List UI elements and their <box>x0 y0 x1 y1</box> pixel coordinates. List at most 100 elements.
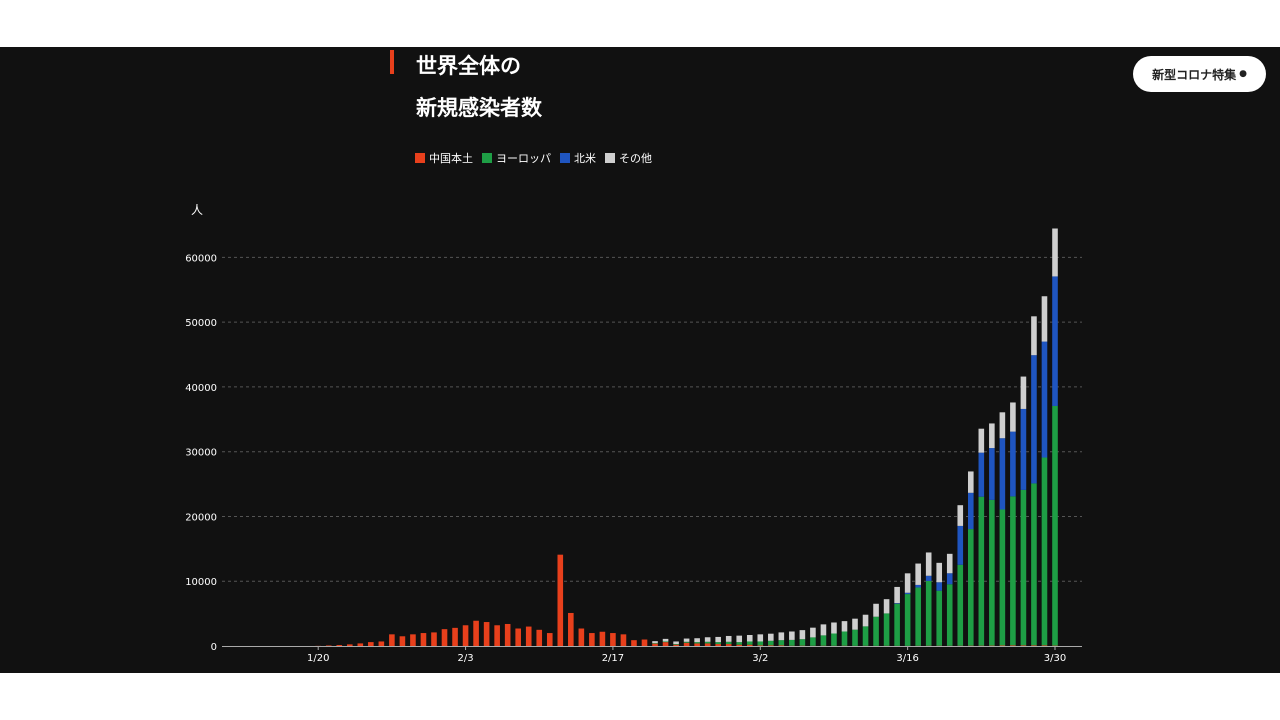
y-tick-label: 40000 <box>185 383 217 394</box>
bar-segment-series-0 <box>336 645 343 646</box>
bar-segment-series-3 <box>1010 402 1016 432</box>
bar-segment-series-0 <box>1020 645 1027 646</box>
bar-segment-series-1 <box>736 642 743 645</box>
bar-segment-series-1 <box>1020 489 1027 646</box>
bar-segment-series-0 <box>473 620 479 646</box>
bar-segment-series-1 <box>662 641 669 643</box>
bar-segment-series-0 <box>757 645 764 646</box>
bar-segment-series-0 <box>368 642 374 646</box>
bar-segment-series-1 <box>873 616 879 646</box>
y-tick-label: 20000 <box>185 512 217 523</box>
bar-segment-series-0 <box>504 623 511 646</box>
bar-segment-series-3 <box>957 505 964 526</box>
bar-segment-series-0 <box>536 629 543 646</box>
y-tick-label: 0 <box>211 642 217 653</box>
bar-segment-series-3 <box>810 627 816 638</box>
bar-segment-series-2 <box>925 575 932 581</box>
x-tick-label: 3/30 <box>1044 653 1066 664</box>
bar-segment-series-3 <box>757 634 764 642</box>
bar-segment-series-1 <box>936 590 943 646</box>
bar-segment-series-0 <box>1041 645 1048 646</box>
bar-segment-series-3 <box>978 428 985 453</box>
bar-segment-series-3 <box>736 635 743 643</box>
bar-segment-series-0 <box>525 626 532 646</box>
bar-segment-series-3 <box>967 471 974 493</box>
bar-segment-series-0 <box>325 645 332 647</box>
bar-segment-series-0 <box>673 644 679 646</box>
bar-segment-series-2 <box>957 525 964 565</box>
bar-segment-series-3 <box>831 622 837 634</box>
bar-segment-series-0 <box>652 643 658 646</box>
bar-segment-series-0 <box>725 644 732 646</box>
bar-segment-series-1 <box>1052 405 1058 646</box>
y-tick-label: 50000 <box>185 318 217 329</box>
bar-segment-series-3 <box>683 638 690 642</box>
x-tick-label: 3/16 <box>896 653 918 664</box>
bar-segment-series-0 <box>631 640 637 646</box>
bar-segment-series-3 <box>883 599 890 614</box>
bar-segment-series-1 <box>704 641 711 644</box>
bar-segment-series-0 <box>462 625 469 646</box>
bar-segment-series-3 <box>989 423 995 449</box>
bar-segment-series-0 <box>704 643 711 646</box>
bar-segment-series-0 <box>694 643 700 646</box>
bar-segment-series-0 <box>620 634 627 646</box>
bar-segment-series-3 <box>1020 376 1027 409</box>
bar-segment-series-0 <box>610 633 616 646</box>
bar-segment-series-3 <box>789 631 795 640</box>
bar-segment-series-2 <box>1010 431 1016 497</box>
bar-segment-series-2 <box>999 438 1006 510</box>
corona-special-button[interactable]: 新型コロナ特集 ● <box>1133 56 1266 92</box>
bar-segment-series-3 <box>725 635 732 642</box>
bar-segment-series-0 <box>715 644 721 646</box>
bar-segment-series-1 <box>1010 496 1016 646</box>
bar-segment-series-2 <box>915 584 921 588</box>
bar-segment-series-2 <box>1052 276 1058 406</box>
bar-segment-series-1 <box>799 639 806 646</box>
bar-segment-series-1 <box>957 564 964 646</box>
bar-segment-series-0 <box>778 645 785 646</box>
bar-segment-series-3 <box>673 641 679 645</box>
stacked-bar-chart: 0 10000 20000 30000 40000 50000 60000 1/20 2/3 2/… <box>185 228 1082 664</box>
bar-segment-series-1 <box>989 499 995 646</box>
bar-segment-series-3 <box>925 552 932 576</box>
bar-segment-series-1 <box>915 587 921 646</box>
bar-segment-series-1 <box>820 635 827 646</box>
bar-segment-series-0 <box>662 642 669 646</box>
bar-segment-series-2 <box>989 448 995 500</box>
bar-segment-series-0 <box>452 627 458 646</box>
bar-segment-series-3 <box>1041 296 1048 342</box>
x-tick-label: 1/20 <box>307 653 329 664</box>
x-tick-label: 3/2 <box>752 653 768 664</box>
bar-segment-series-2 <box>1031 355 1037 484</box>
bar-segment-series-1 <box>757 641 764 646</box>
bar-segment-series-1 <box>1041 457 1048 646</box>
bar-segment-series-3 <box>715 636 721 643</box>
bar-segment-series-0 <box>420 633 427 646</box>
bar-segment-series-0 <box>378 641 385 646</box>
bar-segment-series-0 <box>578 628 585 646</box>
bar-segment-series-0 <box>683 642 690 646</box>
bar-segment-series-3 <box>873 603 879 617</box>
y-tick-label: 10000 <box>185 577 217 588</box>
x-tick-label: 2/3 <box>458 653 474 664</box>
bar-segment-series-2 <box>894 603 900 604</box>
bar-segment-series-0 <box>641 639 648 646</box>
bar-segment-series-3 <box>841 621 848 632</box>
bar-segment-series-1 <box>967 529 974 646</box>
bar-segment-series-0 <box>494 625 500 646</box>
bar-segment-series-1 <box>841 631 848 646</box>
bar-segment-series-3 <box>894 586 900 604</box>
bar-segment-series-0 <box>768 645 774 646</box>
bar-segment-series-0 <box>410 634 416 646</box>
bar-segment-series-3 <box>746 634 753 642</box>
bar-segment-series-0 <box>1010 645 1016 646</box>
bar-segment-series-1 <box>673 644 679 645</box>
bar-segment-series-0 <box>441 629 448 646</box>
bar-segment-series-0 <box>389 634 395 646</box>
bar-segment-series-0 <box>357 643 364 646</box>
bar-segment-series-1 <box>725 641 732 645</box>
bar-segment-series-3 <box>946 553 953 574</box>
bar-segment-series-3 <box>662 638 669 642</box>
bar-segment-series-1 <box>978 496 985 646</box>
